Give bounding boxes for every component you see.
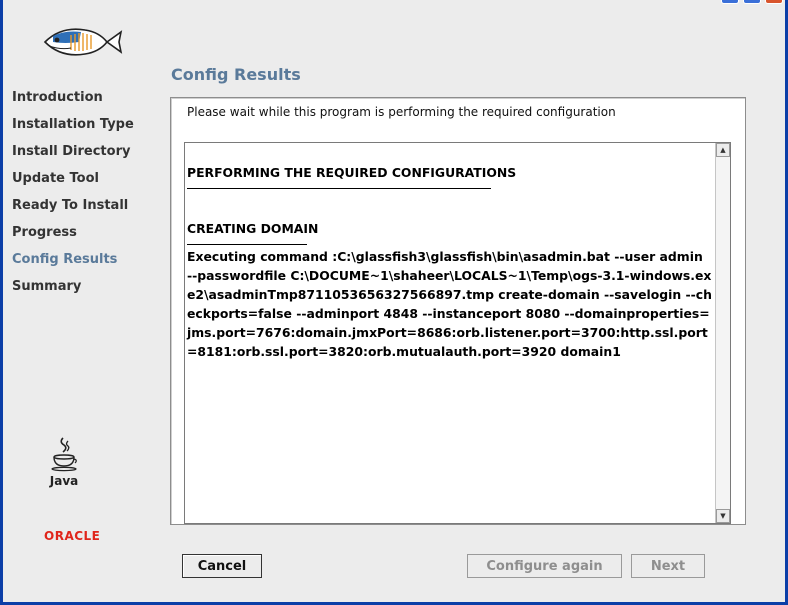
cancel-button[interactable]: Cancel <box>182 554 262 578</box>
content-panel: Please wait while this program is perfor… <box>170 97 746 525</box>
step-navigation: Introduction Installation Type Install D… <box>12 89 134 305</box>
nav-item-progress: Progress <box>12 225 77 240</box>
log-command-text: Executing command :C:\glassfish3\glassfi… <box>187 249 712 359</box>
scroll-down-icon[interactable]: ▼ <box>716 509 730 523</box>
log-divider <box>187 188 491 189</box>
nav-item-installation-type: Installation Type <box>12 117 134 132</box>
log-heading-creating-domain: CREATING DOMAIN <box>187 221 319 236</box>
nav-item-install-directory: Install Directory <box>12 144 131 159</box>
nav-item-config-results: Config Results <box>12 252 118 267</box>
status-message: Please wait while this program is perfor… <box>187 105 616 119</box>
scroll-up-icon[interactable]: ▲ <box>716 143 730 157</box>
vertical-scrollbar[interactable]: ▲ ▼ <box>715 143 730 523</box>
close-button[interactable] <box>765 0 783 4</box>
title-bar-buttons <box>721 0 783 4</box>
log-divider <box>187 244 307 245</box>
log-heading-performing: PERFORMING THE REQUIRED CONFIGURATIONS <box>187 165 517 180</box>
nav-item-ready-to-install: Ready To Install <box>12 198 129 213</box>
configure-again-button[interactable]: Configure again <box>467 554 622 578</box>
next-button[interactable]: Next <box>631 554 705 578</box>
java-cup-icon <box>51 437 77 472</box>
nav-item-introduction: Introduction <box>12 90 103 105</box>
java-label: Java <box>49 474 79 488</box>
config-log-area[interactable]: PERFORMING THE REQUIRED CONFIGURATIONS C… <box>184 142 731 524</box>
page-title: Config Results <box>171 65 301 84</box>
installer-window: Introduction Installation Type Install D… <box>3 0 785 602</box>
minimize-button[interactable] <box>721 0 739 4</box>
java-logo: Java <box>43 436 85 488</box>
nav-item-update-tool: Update Tool <box>12 171 99 186</box>
config-log-text: PERFORMING THE REQUIRED CONFIGURATIONS C… <box>187 163 712 361</box>
glassfish-icon <box>41 22 125 66</box>
oracle-logo: ORACLE <box>44 529 101 543</box>
maximize-button[interactable] <box>743 0 761 4</box>
nav-item-summary: Summary <box>12 279 82 294</box>
